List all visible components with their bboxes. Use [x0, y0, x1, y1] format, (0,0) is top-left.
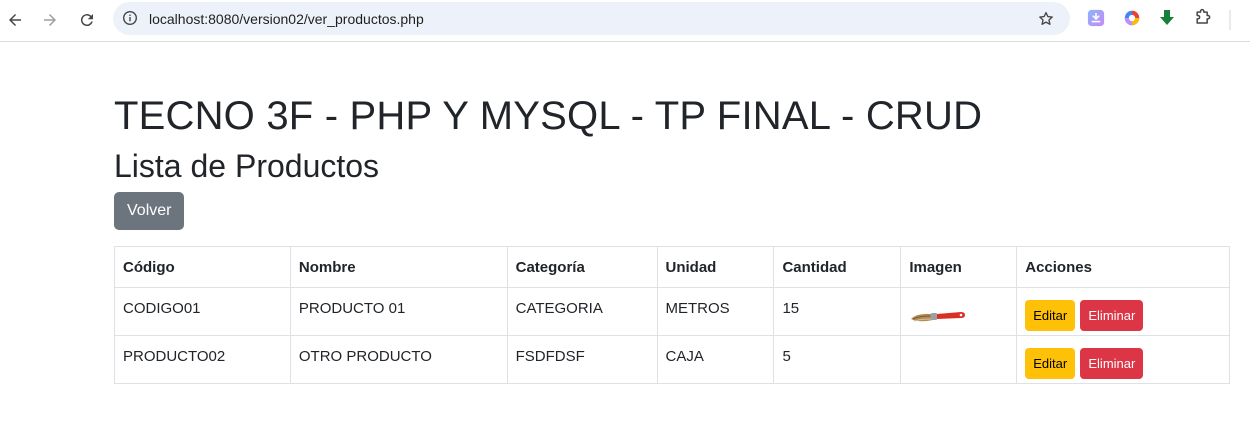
cell-categoria: CATEGORIA: [506, 287, 658, 336]
table-row: PRODUCTO02 OTRO PRODUCTO FSDFDSF CAJA 5 …: [114, 335, 1230, 384]
edit-button[interactable]: Editar: [1025, 300, 1076, 331]
cell-imagen: [900, 287, 1018, 336]
cell-unidad: CAJA: [656, 335, 775, 384]
cell-categoria: FSDFDSF: [506, 335, 658, 384]
back-icon[interactable]: [0, 5, 30, 35]
header-acciones: Acciones: [1016, 246, 1230, 288]
page-title: TECNO 3F - PHP Y MYSQL - TP FINAL - CRUD: [114, 94, 983, 138]
cell-acciones: Editar Eliminar: [1016, 335, 1230, 384]
cell-codigo: PRODUCTO02: [114, 335, 291, 384]
url-text[interactable]: localhost:8080/version02/ver_productos.p…: [149, 11, 424, 27]
cell-nombre: OTRO PRODUCTO: [289, 335, 508, 384]
cell-imagen: [900, 335, 1018, 384]
bookmark-star-icon[interactable]: [1037, 10, 1055, 28]
site-info-icon[interactable]: [122, 10, 138, 26]
header-nombre: Nombre: [289, 246, 508, 288]
address-bar[interactable]: localhost:8080/version02/ver_productos.p…: [113, 2, 1070, 35]
back-button[interactable]: Volver: [114, 192, 185, 230]
table-row: CODIGO01 PRODUCTO 01 CATEGORIA METROS 15: [114, 287, 1230, 336]
reload-icon[interactable]: [72, 5, 102, 35]
cell-nombre: PRODUCTO 01: [289, 287, 508, 336]
wire-brush-image: [911, 311, 966, 321]
extension-download-icon[interactable]: [1086, 8, 1106, 28]
download-arrow-icon[interactable]: [1157, 8, 1177, 28]
cell-unidad: METROS: [656, 287, 775, 336]
edit-button[interactable]: Editar: [1025, 348, 1076, 379]
cell-codigo: CODIGO01: [114, 287, 291, 336]
header-unidad: Unidad: [656, 246, 775, 288]
header-imagen: Imagen: [900, 246, 1018, 288]
header-cantidad: Cantidad: [773, 246, 902, 288]
cell-acciones: Editar Eliminar: [1016, 287, 1230, 336]
products-table: Código Nombre Categoría Unidad Cantidad …: [114, 246, 1230, 384]
browser-toolbar: localhost:8080/version02/ver_productos.p…: [0, 0, 1250, 42]
toolbar-divider: [1229, 10, 1231, 30]
header-categoria: Categoría: [506, 246, 658, 288]
page-container: TECNO 3F - PHP Y MYSQL - TP FINAL - CRUD…: [114, 96, 1230, 384]
cell-cantidad: 5: [773, 335, 902, 384]
header-codigo: Código: [114, 246, 291, 288]
forward-icon[interactable]: [35, 5, 65, 35]
page-subtitle: Lista de Productos: [114, 148, 380, 184]
cell-cantidad: 15: [773, 287, 902, 336]
extension-color-icon[interactable]: [1122, 8, 1142, 28]
extensions-puzzle-icon[interactable]: [1193, 8, 1213, 28]
delete-button[interactable]: Eliminar: [1080, 300, 1144, 331]
table-header-row: Código Nombre Categoría Unidad Cantidad …: [114, 246, 1230, 288]
delete-button[interactable]: Eliminar: [1080, 348, 1144, 379]
